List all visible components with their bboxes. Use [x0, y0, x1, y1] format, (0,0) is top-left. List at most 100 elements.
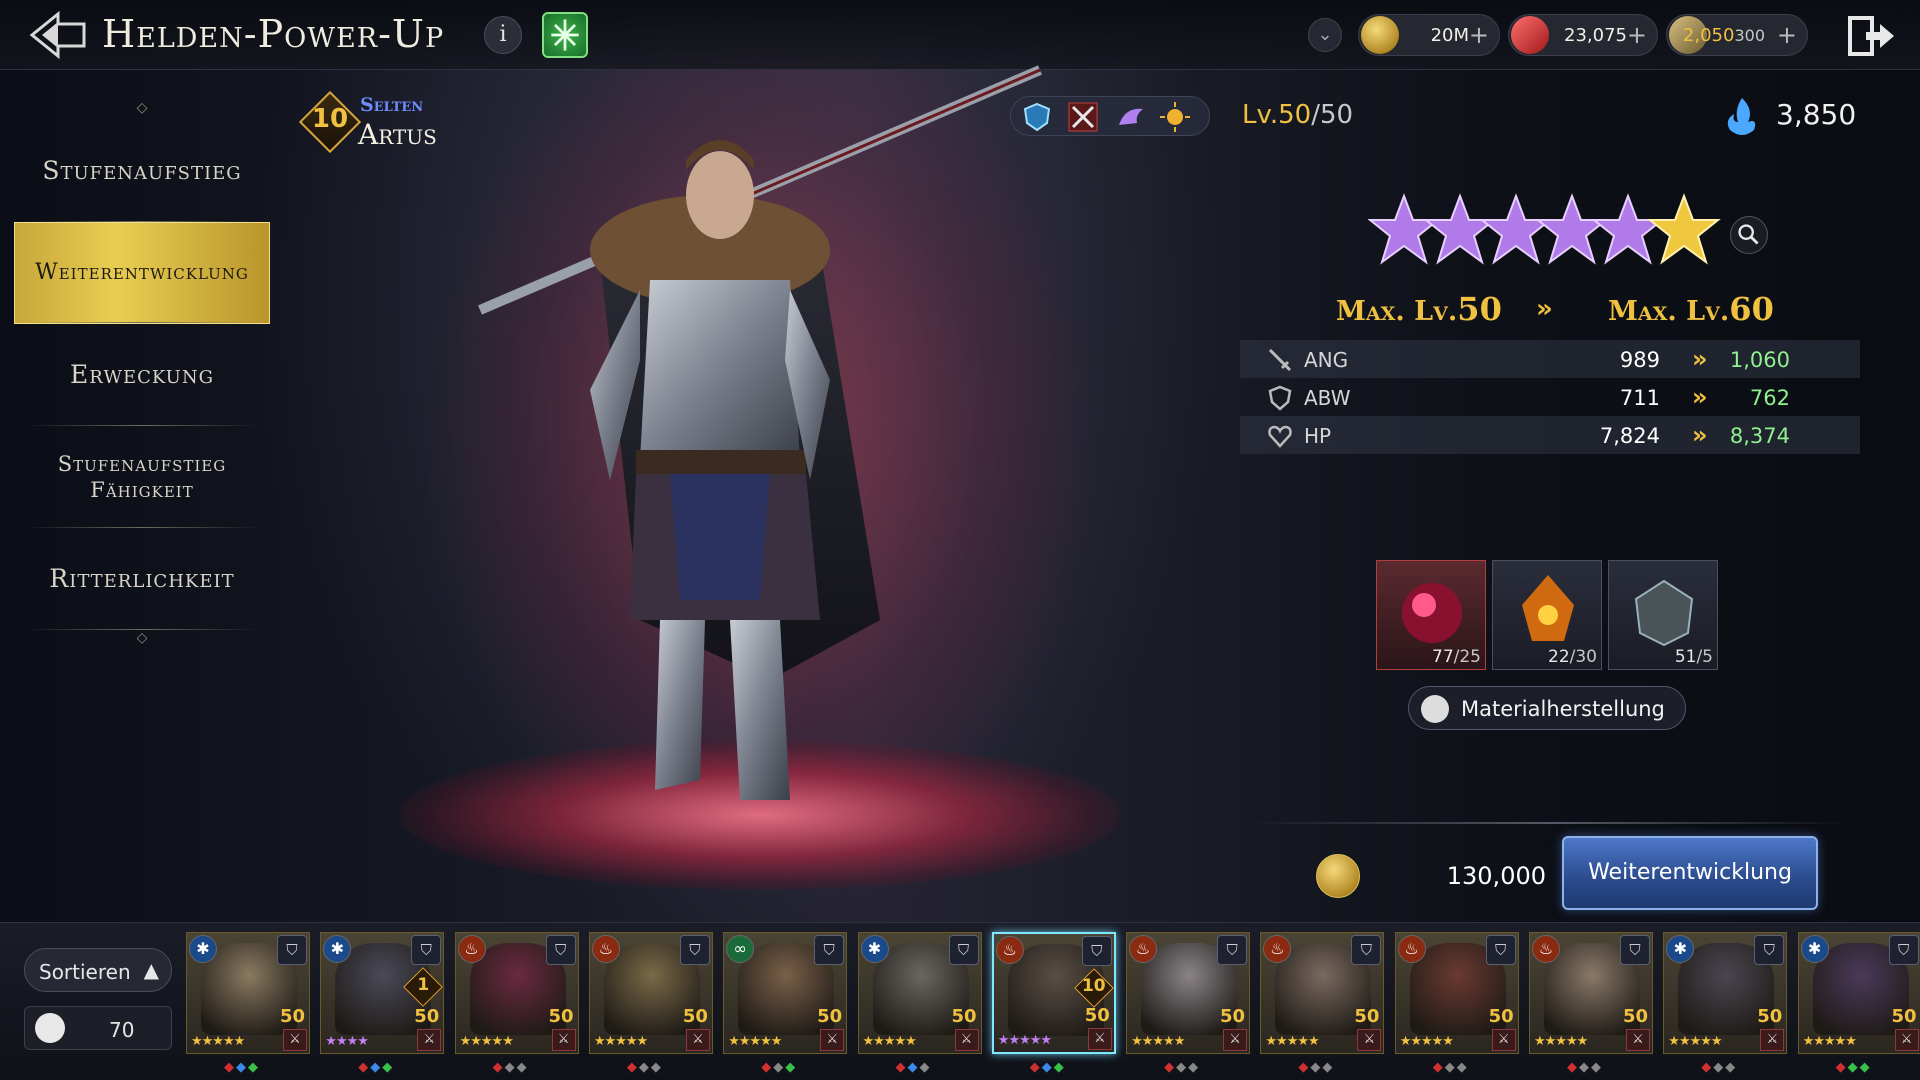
back-arrow-icon[interactable]	[28, 10, 88, 60]
menu-item-evolution[interactable]: Weiterentwicklung	[14, 222, 270, 324]
page-title: Helden-Power-Up	[102, 12, 445, 56]
hero-card[interactable]: ♨ ⛉ 50 ★★★★★ ⚔	[454, 932, 579, 1054]
shield-trait-icon[interactable]	[1021, 101, 1053, 133]
dot-icon: ◆	[919, 1060, 932, 1075]
stamina-resource[interactable]: 2,050300 +	[1666, 14, 1808, 56]
dot-icon: ◆	[382, 1060, 395, 1075]
hero-card[interactable]: ✱ ⛉ 50 ★★★★★ ⚔	[1797, 932, 1920, 1054]
material-crafting-button[interactable]: Materialherstellung	[1408, 686, 1686, 730]
shield-icon	[1268, 385, 1292, 411]
hero-card-stars: ★★★★★	[1668, 1034, 1722, 1049]
hero-card-stars: ★★★★★	[997, 1033, 1052, 1048]
exit-icon[interactable]	[1846, 14, 1896, 58]
level-prefix: Lv.	[1242, 100, 1279, 130]
material-slot[interactable]: 51/5	[1608, 560, 1718, 670]
sort-label: Sortieren	[39, 960, 131, 984]
stat-row-hp: HP 7,824 » 8,374	[1240, 416, 1860, 454]
search-icon[interactable]	[1730, 216, 1768, 254]
hero-character-model	[478, 65, 1042, 800]
menu-item-skill-level-up[interactable]: Stufenaufstieg Fähigkeit	[14, 426, 270, 528]
stat-row-attack: ANG 989 » 1,060	[1240, 340, 1860, 378]
hero-card[interactable]: ♨ ⛉ 10 50 ★★★★★ ⚔	[991, 932, 1116, 1054]
hero-card-level: 50	[279, 1006, 305, 1027]
gold-coin-icon	[1316, 854, 1360, 898]
role-icon: ⚔	[1491, 1029, 1516, 1051]
role-icon: ⚔	[283, 1029, 307, 1051]
sun-crystal-icon	[1522, 575, 1574, 641]
hero-card[interactable]: ✱ ⛉ 50 ★★★★★ ⚔	[857, 932, 982, 1054]
hero-card-dots: ◆◆◆	[896, 1060, 932, 1075]
dot-icon: ◆	[370, 1060, 383, 1075]
dot-icon: ◆	[1041, 1060, 1054, 1075]
hero-card[interactable]: ✱ ⛉ 1 50 ★★★★ ⚔	[320, 932, 445, 1054]
menu-item-chivalry[interactable]: Ritterlichkeit	[14, 528, 270, 630]
chevron-down-icon[interactable]: ⌄	[1308, 18, 1342, 52]
menu-item-awakening[interactable]: Erweckung	[14, 324, 270, 426]
class-icon: ⛉	[1217, 935, 1248, 965]
level-arrow-icon: »	[1536, 294, 1553, 324]
gem-resource[interactable]: 23,075 +	[1508, 14, 1658, 56]
hero-card-stars: ★★★★★	[191, 1034, 245, 1049]
material-need: /30	[1569, 647, 1597, 667]
role-icon: ⚔	[1760, 1029, 1785, 1051]
dot-icon: ◆	[1835, 1060, 1848, 1075]
dot-icon: ◆	[761, 1060, 774, 1075]
dot-icon: ◆	[626, 1060, 639, 1075]
evolve-button[interactable]: Weiterentwicklung	[1562, 836, 1818, 910]
info-button[interactable]: i	[484, 16, 522, 54]
star-level-badge-value: 10	[1081, 976, 1106, 996]
hero-star-level: 10	[311, 104, 349, 134]
menu-item-level-up[interactable]: Stufenaufstieg	[14, 120, 270, 222]
dot-icon: ◆	[773, 1060, 786, 1075]
hero-card-stars: ★★★★	[325, 1034, 369, 1049]
gem-plus-button[interactable]: +	[1627, 21, 1647, 49]
fire-element-icon: ♨	[457, 935, 486, 963]
hero-card[interactable]: ♨ ⛉ 50 ★★★★★ ⚔	[1394, 932, 1519, 1054]
dot-icon: ◆	[638, 1060, 651, 1075]
class-icon: ⛉	[1081, 936, 1112, 966]
dot-icon: ◆	[785, 1060, 798, 1075]
material-have: 51	[1674, 647, 1697, 667]
hero-card[interactable]: ✱ ⛉ 50 ★★★★★ ⚔	[186, 932, 310, 1054]
hero-card[interactable]: ♨ ⛉ 50 ★★★★★ ⚔	[1260, 932, 1385, 1054]
class-emblem-icon[interactable]	[542, 12, 588, 58]
dot-icon: ◆	[895, 1060, 908, 1075]
hero-card[interactable]: ♨ ⛉ 50 ★★★★★ ⚔	[588, 932, 713, 1054]
stat-current-attack: 989	[1619, 348, 1660, 372]
sort-button[interactable]: Sortieren ▲	[24, 948, 172, 992]
star-purple-1	[1368, 193, 1441, 265]
pegasus-icon[interactable]	[1115, 101, 1147, 133]
dot-icon: ◆	[1322, 1060, 1335, 1075]
role-icon: ⚔	[1223, 1029, 1248, 1051]
hero-card-level: 50	[682, 1006, 708, 1027]
material-slot[interactable]: 77/25	[1376, 560, 1486, 670]
hero-card-level: 50	[548, 1006, 574, 1027]
material-slot[interactable]: 22/30	[1492, 560, 1602, 670]
dot-icon: ◆	[1847, 1060, 1860, 1075]
star-purple-3	[1479, 193, 1553, 265]
hero-card-level: 50	[1891, 1006, 1917, 1027]
stat-current-defense: 711	[1619, 386, 1660, 410]
hero-card-dots: ◆◆◆	[1567, 1060, 1603, 1075]
max-level-from: 50	[1457, 290, 1502, 328]
gold-resource[interactable]: 20M +	[1358, 14, 1500, 56]
level-current: 50	[1278, 100, 1312, 130]
sun-icon[interactable]	[1159, 101, 1191, 133]
hero-card[interactable]: ✱ ⛉ 50 ★★★★★ ⚔	[1663, 932, 1788, 1054]
hero-card[interactable]: ♨ ⛉ 50 ★★★★★ ⚔	[1126, 932, 1251, 1054]
gem-value: 23,075	[1564, 25, 1627, 46]
hero-card-stars: ★★★★★	[459, 1034, 514, 1049]
hero-card[interactable]: ♨ ⛉ 50 ★★★★★ ⚔	[1529, 932, 1653, 1054]
class-icon: ⛉	[277, 935, 307, 965]
material-have: 22	[1548, 647, 1570, 667]
hero-card-stars: ★★★★★	[1131, 1034, 1185, 1049]
gold-plus-button[interactable]: +	[1469, 21, 1489, 49]
dot-icon: ◆	[1432, 1060, 1445, 1075]
dot-icon: ◆	[1859, 1060, 1872, 1075]
dot-icon: ◆	[1298, 1060, 1311, 1075]
stamina-plus-button[interactable]: +	[1777, 21, 1797, 49]
hero-card[interactable]: ∞ ⛉ 50 ★★★★★ ⚔	[723, 932, 848, 1054]
power-up-menu: ◇ Stufenaufstieg Weiterentwicklung Erwec…	[14, 100, 270, 650]
hero-card-stars: ★★★★★	[728, 1034, 782, 1049]
crossed-swords-icon[interactable]	[1067, 101, 1099, 133]
